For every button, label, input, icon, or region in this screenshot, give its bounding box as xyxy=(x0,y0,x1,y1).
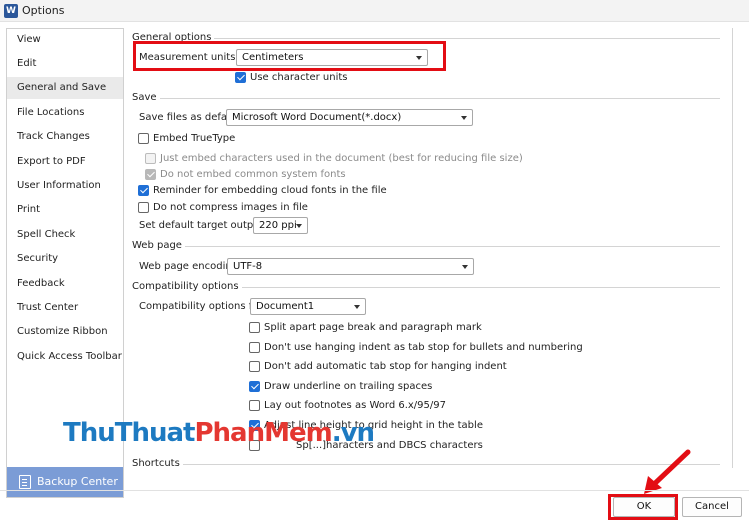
watermark-part1: ThuThuat xyxy=(63,418,195,448)
watermark-part2: PhanMem xyxy=(194,418,332,448)
backup-document-icon xyxy=(19,475,31,489)
no-compress-images-label: Do not compress images in file xyxy=(153,202,308,213)
backup-center-label: Backup Center xyxy=(37,475,118,488)
web-page-divider xyxy=(178,246,720,247)
sidebar-item-customize-ribbon[interactable]: Customize Ribbon xyxy=(7,321,123,343)
target-output-dropdown[interactable]: 220 ppi xyxy=(253,217,308,234)
save-format-dropdown[interactable]: Microsoft Word Document(*.docx) xyxy=(226,109,473,126)
sidebar-item-view[interactable]: View xyxy=(7,29,123,51)
sidebar-item-edit[interactable]: Edit xyxy=(7,53,123,75)
sidebar-item-file-locations[interactable]: File Locations xyxy=(7,102,123,124)
general-divider xyxy=(196,38,720,39)
backup-center-button[interactable]: Backup Center xyxy=(7,467,123,497)
options-main-panel[interactable]: General options Measurement units: Centi… xyxy=(126,28,736,468)
compat-option-label: Split apart page break and paragraph mar… xyxy=(264,322,482,333)
chevron-down-icon xyxy=(296,224,302,228)
watermark-logo: ThuThuatPhanMem.vn xyxy=(63,418,375,448)
sidebar-item-spell-check[interactable]: Spell Check xyxy=(7,224,123,246)
chevron-down-icon xyxy=(462,265,468,269)
compat-option-label: Draw underline on trailing spaces xyxy=(264,381,433,392)
embed-truetype-label: Embed TrueType xyxy=(153,133,236,144)
compatibility-divider xyxy=(224,287,720,288)
sidebar-item-print[interactable]: Print xyxy=(7,199,123,221)
sidebar-item-quick-access-toolbar[interactable]: Quick Access Toolbar xyxy=(7,346,123,368)
shortcuts-title: Shortcuts xyxy=(132,458,183,468)
compat-for-label: Compatibility options for: xyxy=(139,301,266,312)
compat-option-label: Don't add automatic tab stop for hanging… xyxy=(264,361,507,372)
compat-option-checkbox[interactable] xyxy=(249,322,260,333)
embed-truetype-checkbox[interactable] xyxy=(138,133,149,144)
highlight-measurement-box xyxy=(133,41,446,71)
word-app-icon: W xyxy=(4,4,18,18)
main-panel-border xyxy=(732,28,733,468)
compat-option-checkbox[interactable] xyxy=(249,400,260,411)
web-encoding-dropdown[interactable]: UTF-8 xyxy=(227,258,474,275)
use-character-units-label: Use character units xyxy=(250,72,348,83)
compat-option-checkbox[interactable] xyxy=(249,361,260,372)
save-format-value: Microsoft Word Document(*.docx) xyxy=(232,112,402,123)
highlight-ok-box xyxy=(608,494,678,520)
sidebar-item-security[interactable]: Security xyxy=(7,248,123,270)
compatibility-title: Compatibility options xyxy=(132,281,242,292)
chevron-down-icon xyxy=(354,305,360,309)
sidebar-item-export-to-pdf[interactable]: Export to PDF xyxy=(7,151,123,173)
just-embed-checkbox[interactable] xyxy=(145,153,156,164)
sidebar-item-trust-center[interactable]: Trust Center xyxy=(7,297,123,319)
target-output-value: 220 ppi xyxy=(259,220,297,231)
sidebar-item-feedback[interactable]: Feedback xyxy=(7,273,123,295)
compat-option-checkbox[interactable] xyxy=(249,381,260,392)
window-title: Options xyxy=(22,4,65,17)
no-common-fonts-checkbox[interactable] xyxy=(145,169,156,180)
compat-document-value: Document1 xyxy=(256,301,315,312)
cancel-button[interactable]: Cancel xyxy=(682,497,742,517)
no-compress-images-checkbox[interactable] xyxy=(138,202,149,213)
sidebar-item-user-information[interactable]: User Information xyxy=(7,175,123,197)
web-encoding-value: UTF-8 xyxy=(233,261,263,272)
shortcuts-divider xyxy=(174,464,720,465)
chevron-down-icon xyxy=(461,116,467,120)
web-page-title: Web page xyxy=(132,240,185,251)
compat-option-label: Lay out footnotes as Word 6.x/95/97 xyxy=(264,400,446,411)
no-common-fonts-label: Do not embed common system fonts xyxy=(160,169,346,180)
sidebar-item-track-changes[interactable]: Track Changes xyxy=(7,126,123,148)
compat-option-label: Don't use hanging indent as tab stop for… xyxy=(264,342,583,353)
title-bar: W Options xyxy=(0,0,749,22)
use-character-units-checkbox[interactable] xyxy=(235,72,246,83)
just-embed-label: Just embed characters used in the docume… xyxy=(160,153,523,164)
save-divider xyxy=(154,98,720,99)
footer-divider xyxy=(0,490,749,491)
save-title: Save xyxy=(132,92,160,103)
compat-option-checkbox[interactable] xyxy=(249,342,260,353)
compat-document-dropdown[interactable]: Document1 xyxy=(250,298,366,315)
cloud-fonts-reminder-checkbox[interactable] xyxy=(138,185,149,196)
watermark-part3: .vn xyxy=(331,418,375,448)
cloud-fonts-reminder-label: Reminder for embedding cloud fonts in th… xyxy=(153,185,387,196)
sidebar-item-general-and-save[interactable]: General and Save xyxy=(7,77,123,99)
